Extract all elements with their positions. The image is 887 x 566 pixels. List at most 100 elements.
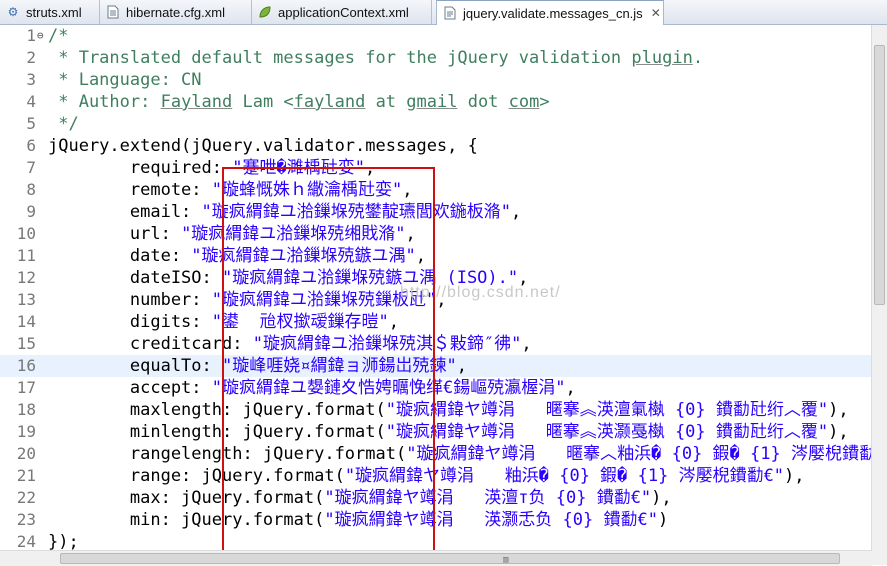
code-line[interactable]: 10 url: "璇疯緭鍏ユ湁鏁堢殑缃戝潃", — [0, 223, 872, 245]
code-line[interactable]: 22 max: jQuery.format("璇疯緭鍏ヤ竴涓 渶澶т负 {0} … — [0, 487, 872, 509]
code-line[interactable]: 7 required: "蹇呭�濉楀瓧娈", — [0, 157, 872, 179]
code-text: jQuery.extend(jQuery.validator.messages,… — [48, 135, 478, 157]
code-line[interactable]: 14 digits: "鍙 兘杈撳叆鏁存暟", — [0, 311, 872, 333]
code-token: ), — [651, 488, 672, 508]
horizontal-scrollbar[interactable]: ▥ — [0, 550, 872, 566]
tab-label: struts.xml — [26, 4, 82, 20]
code-line[interactable]: 17 accept: "璇疯緭鍏ユ嫢鏈夊悎娉曞悗缂€鍚嶇殑瀛楃涓", — [0, 377, 872, 399]
code-line[interactable]: 11 date: "璇疯緭鍏ユ湁鏁堢殑鏃ユ湡", — [0, 245, 872, 267]
tab-hibernate-cfg-xml[interactable]: hibernate.cfg.xml — [100, 0, 252, 24]
code-line[interactable]: 2 * Translated default messages for the … — [0, 47, 872, 69]
code-token: ), — [828, 422, 849, 442]
watermark: http://blog.csdn.net/ — [400, 284, 561, 301]
code-line[interactable]: 15 creditcard: "璇疯緭鍏ユ湁鏁堢殑淇＄敤鍗″彿", — [0, 333, 872, 355]
code-line[interactable]: 23 min: jQuery.format("璇疯緭鍏ヤ竴涓 渶灏忎负 {0} … — [0, 509, 872, 531]
code-line[interactable]: 18 maxlength: jQuery.format("璇疯緭鍏ヤ竴涓 暱搴︽… — [0, 399, 872, 421]
code-editor[interactable]: 1 ⊖/* 2 * Translated default messages for … — [0, 25, 872, 550]
comment-text: * Translated default messages for the jQ… — [48, 48, 632, 68]
vertical-scroll-thumb[interactable] — [874, 45, 885, 305]
line-number: 8 — [26, 180, 36, 199]
code-line[interactable]: 24}); — [0, 531, 872, 550]
editor-tab-bar: ⚙ struts.xml hibernate.cfg.xml applicati… — [0, 0, 887, 25]
code-line[interactable]: 1 ⊖/* — [0, 25, 872, 47]
code-token: , — [456, 356, 467, 376]
code-token: accept: — [48, 378, 212, 398]
grip-icon: ▥ — [503, 555, 509, 565]
string-literal: "璇蜂慨姝ｈ繖瀹楀瓧娈" — [211, 180, 403, 200]
comment-text: gmail — [406, 92, 458, 112]
line-number: 1 — [26, 26, 36, 45]
comment-text: . — [692, 48, 704, 68]
string-literal: "璇疯緭鍏ヤ竴涓 粙浜� {0} 鍜� {1} 涔嬮棿鐨勫€" — [344, 466, 785, 486]
code-line[interactable]: 8 remote: "璇蜂慨姝ｈ繖瀹楀瓧娈", — [0, 179, 872, 201]
code-text: number: "璇疯緭鍏ユ湁鏁堢殑鏁板瓧", — [48, 289, 447, 311]
line-number: 20 — [16, 444, 36, 463]
code-token: date: — [48, 246, 192, 266]
string-literal: "璇疯緭鍏ヤ竴涓 暱搴︿粙浜� {0} 鍜� {1} 涔嬮棿鐨勫瓧绗︿覆" — [406, 444, 872, 464]
code-text: email: "璇疯緭鍏ユ湁鏁堢殑鐢靛瓙閭欢鍦板潃", — [48, 201, 521, 223]
line-number: 6 — [26, 136, 36, 155]
horizontal-scroll-thumb[interactable]: ▥ — [60, 553, 840, 565]
string-literal: "璇疯緭鍏ヤ竴涓 渶澶т负 {0} 鐨勫€" — [324, 488, 652, 508]
line-number: 22 — [16, 488, 36, 507]
code-text: url: "璇疯緭鍏ユ湁鏁堢殑缃戝潃", — [48, 223, 416, 245]
close-icon[interactable]: ✕ — [651, 6, 661, 20]
line-number: 3 — [26, 70, 36, 89]
code-text: min: jQuery.format("璇疯緭鍏ヤ竴涓 渶灏忎负 {0} 鐨勫€… — [48, 509, 668, 531]
code-text: date: "璇疯緭鍏ユ湁鏁堢殑鏃ユ湡", — [48, 245, 426, 267]
code-token: maxlength: jQuery.format( — [48, 400, 386, 420]
code-token: , — [511, 202, 522, 222]
string-literal: "鍙 兘杈撳叆鏁存暟" — [211, 312, 389, 332]
code-token: min: jQuery.format( — [48, 510, 325, 530]
code-line[interactable]: 16 equalTo: "璇峰啀娆¤緭鍏ョ浉鍚岀殑鍊", — [0, 355, 872, 377]
code-token: , — [405, 224, 416, 244]
code-text: /* — [48, 25, 68, 47]
string-literal: "璇疯緭鍏ユ湁鏁堢殑缃戝潃" — [181, 224, 406, 244]
tab-application-context-xml[interactable]: applicationContext.xml — [252, 0, 432, 24]
tab-label: hibernate.cfg.xml — [126, 4, 225, 20]
tab-jquery-validate-messages-cn-js[interactable]: jquery.validate.messages_cn.js ✕ — [436, 0, 664, 25]
fold-toggle-icon[interactable]: ⊖ — [37, 25, 44, 47]
code-line[interactable]: 3 * Language: CN — [0, 69, 872, 91]
code-text: remote: "璇蜂慨姝ｈ繖瀹楀瓧娈", — [48, 179, 413, 201]
code-token: required: — [48, 158, 233, 178]
code-token: creditcard: — [48, 334, 253, 354]
code-token: rangelength: jQuery.format( — [48, 444, 407, 464]
code-line[interactable]: 4 * Author: Fayland Lam <fayland at gmai… — [0, 91, 872, 113]
comment-text: dot — [457, 92, 509, 112]
code-line[interactable]: 20 rangelength: jQuery.format("璇疯緭鍏ヤ竴涓 暱… — [0, 443, 872, 465]
code-token: , — [565, 378, 576, 398]
vertical-scrollbar[interactable] — [871, 25, 887, 550]
tab-struts-xml[interactable]: ⚙ struts.xml — [0, 0, 100, 24]
code-line[interactable]: 21 range: jQuery.format("璇疯緭鍏ヤ竴涓 粙浜� {0}… — [0, 465, 872, 487]
comment-text: */ — [48, 114, 79, 134]
line-number: 5 — [26, 114, 36, 133]
comment-text: * Author: — [48, 92, 161, 112]
string-literal: "璇疯緭鍏ヤ竴涓 暱搴︽渶灏戞槸 {0} 鐨勫瓧绗︿覆" — [385, 422, 829, 442]
code-text: }); — [48, 531, 79, 550]
code-line[interactable]: 5 */ — [0, 113, 872, 135]
gear-icon: ⚙ — [7, 5, 19, 19]
code-token: , — [364, 158, 376, 178]
code-line[interactable]: 6 jQuery.extend(jQuery.validator.messages… — [0, 135, 872, 157]
line-number: 2 — [26, 48, 36, 67]
code-text: */ — [48, 113, 79, 135]
line-number: 16 — [16, 356, 36, 375]
leaf-icon — [258, 5, 272, 19]
code-text: * Language: CN — [48, 69, 201, 91]
code-text: * Author: Fayland Lam <fayland at gmail … — [48, 91, 549, 113]
line-number: 18 — [16, 400, 36, 419]
code-text: range: jQuery.format("璇疯緭鍏ヤ竴涓 粙浜� {0} 鍜�… — [48, 465, 805, 487]
line-number: 7 — [26, 158, 36, 177]
code-text: rangelength: jQuery.format("璇疯緭鍏ヤ竴涓 暱搴︿粙… — [48, 443, 872, 465]
code-text: minlength: jQuery.format("璇疯緭鍏ヤ竴涓 暱搴︽渶灏戞… — [48, 421, 849, 443]
comment-text: /* — [48, 26, 69, 46]
string-literal: "蹇呭�濉楀瓧娈" — [232, 158, 365, 178]
code-text: digits: "鍙 兘杈撳叆鏁存暟", — [48, 311, 399, 333]
code-line[interactable]: 19 minlength: jQuery.format("璇疯緭鍏ヤ竴涓 暱搴︽… — [0, 421, 872, 443]
code-token: ) — [657, 510, 669, 530]
code-line[interactable]: 9 email: "璇疯緭鍏ユ湁鏁堢殑鐢靛瓙閭欢鍦板潃", — [0, 201, 872, 223]
code-token: number: — [48, 290, 212, 310]
code-token: , — [402, 180, 413, 200]
line-number: 10 — [16, 224, 36, 243]
